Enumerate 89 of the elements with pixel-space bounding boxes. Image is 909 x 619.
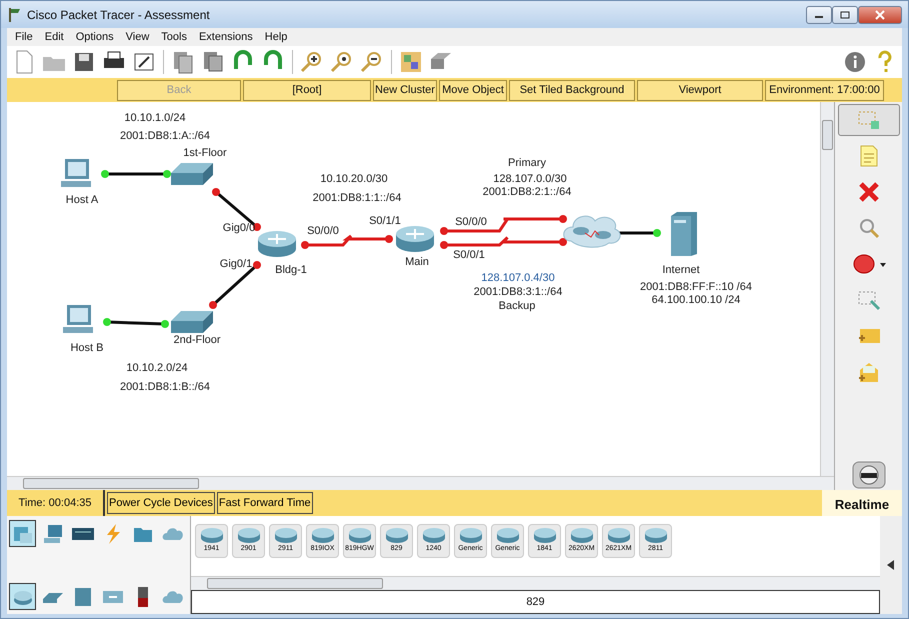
device-label: Host B [70, 342, 104, 354]
switch-icon[interactable] [169, 309, 215, 335]
app-logo-icon [7, 6, 21, 22]
device-label: Bldg-1 [275, 264, 307, 276]
network-note: 128.107.0.0/30 [493, 173, 567, 185]
subcategory-button[interactable] [9, 583, 36, 610]
network-note: Backup [498, 300, 536, 312]
network-note: Primary [508, 157, 546, 169]
network-note: 10.10.1.0/24 [124, 112, 186, 124]
router-icon [532, 525, 558, 545]
palette-icon[interactable] [398, 49, 424, 75]
status-button[interactable]: Fast Forward Time [216, 492, 313, 514]
router-icon[interactable] [394, 224, 436, 254]
router-icon [458, 525, 484, 545]
router-icon [606, 525, 632, 545]
port-label: S0/0/1 [453, 249, 485, 261]
category-button[interactable] [9, 520, 36, 547]
delete-icon [858, 181, 880, 203]
nav-button[interactable]: Move Object [439, 80, 507, 100]
router-icon [310, 525, 336, 545]
nav-button[interactable]: [Root] [243, 80, 371, 100]
network-note: 2001:DB8:1:A::/64 [120, 130, 210, 142]
nav-button[interactable]: Viewport [637, 80, 763, 100]
router-icon [420, 525, 446, 545]
router-icon [568, 525, 594, 545]
nav-button[interactable]: New Cluster [373, 80, 437, 100]
search-icon [858, 217, 880, 239]
close-button[interactable] [858, 6, 902, 24]
ellipse-icon [852, 253, 886, 275]
router-icon [346, 525, 372, 545]
module-icon [70, 526, 94, 542]
nav-button[interactable]: Environment: 17:00:00 [765, 80, 884, 100]
collapse-arrow-icon[interactable] [887, 560, 895, 570]
port-label: S0/0/0 [455, 216, 487, 228]
router-icon[interactable] [256, 229, 298, 259]
menu-item[interactable]: Edit [40, 31, 72, 43]
network-note: 2001:DB8:FF:F::10 /64 [640, 281, 752, 293]
device-label: 2nd-Floor [173, 334, 221, 346]
menu-item[interactable]: Options [72, 31, 122, 43]
window-title: Cisco Packet Tracer - Assessment [27, 8, 210, 22]
device-label: Host A [66, 194, 98, 206]
menu-item[interactable]: View [122, 31, 158, 43]
router-icon [198, 525, 224, 545]
open-envelope-icon [856, 360, 880, 384]
server-icon[interactable] [669, 210, 699, 258]
minimize-button[interactable] [806, 6, 832, 24]
status-button[interactable]: Power Cycle Devices [107, 492, 215, 514]
router-icon [642, 525, 668, 545]
port-label: S0/1/1 [369, 215, 401, 227]
network-note: 2001:DB8:1:B::/64 [120, 381, 210, 393]
vertical-scrollbar[interactable] [820, 102, 834, 476]
device-label: Main [405, 256, 429, 268]
network-note: 10.10.2.0/24 [126, 362, 188, 374]
port-label: Gig0/1 [220, 258, 252, 270]
menu-item[interactable]: Extensions [194, 31, 261, 43]
close-icon [874, 10, 886, 20]
ethernet-link [209, 261, 261, 309]
device-scrollbar[interactable] [191, 576, 880, 590]
note-icon [858, 144, 878, 168]
info-icon[interactable] [842, 49, 868, 75]
menu-item[interactable]: Tools [157, 31, 195, 43]
maximize-button[interactable] [832, 6, 858, 24]
device-label: 1st-Floor [183, 147, 227, 159]
envelope-icon [856, 326, 880, 346]
select-icon [856, 109, 880, 131]
router-icon [272, 525, 298, 545]
network-note: 2001:DB8:3:1::/64 [474, 286, 562, 298]
port-label: Gig0/0 [222, 222, 256, 234]
router-icon [236, 525, 262, 545]
router-icon [384, 525, 410, 545]
switch-icon[interactable] [169, 161, 215, 187]
device-label: Internet [662, 264, 700, 276]
menu-item[interactable]: Help [260, 31, 296, 43]
horizontal-scrollbar[interactable] [7, 476, 834, 490]
network-note: 64.100.100.10 /24 [652, 294, 740, 306]
tool-button[interactable] [838, 104, 900, 136]
menu-item[interactable]: File [11, 31, 41, 43]
network-note: 128.107.0.4/30 [481, 272, 555, 284]
network-note: 2001:DB8:1:1::/64 [312, 192, 402, 204]
nav-button[interactable]: Set Tiled Background [509, 80, 635, 100]
router-icon [494, 525, 520, 545]
network-note: 2001:DB8:2:1::/64 [482, 186, 572, 198]
maximize-icon [840, 10, 850, 18]
realtime-mode-label[interactable]: Realtime [822, 490, 902, 516]
network-note: 10.10.20.0/30 [320, 173, 388, 185]
device-caption: 829 [191, 590, 880, 614]
resize-icon [856, 289, 880, 311]
computer-icon [42, 522, 64, 544]
port-label: S0/0/0 [307, 225, 339, 237]
